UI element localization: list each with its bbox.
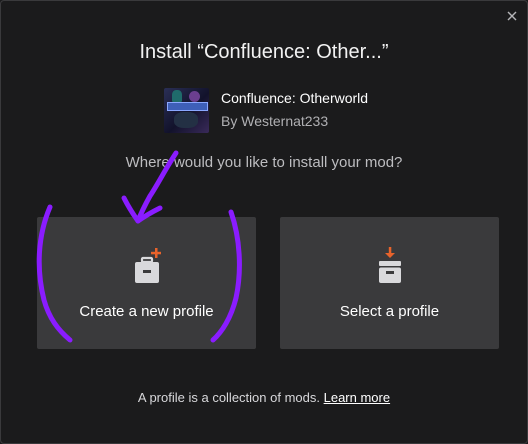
close-icon[interactable] <box>505 9 519 23</box>
footer-text: A profile is a collection of mods. <box>137 390 320 405</box>
install-question: Where would you like to install your mod… <box>125 154 403 171</box>
create-new-profile-button[interactable]: Create a new profile <box>37 217 256 349</box>
mod-info: Confluence: Otherworld By Westernat233 <box>164 87 368 133</box>
mod-thumbnail <box>164 87 209 133</box>
create-new-profile-label: Create a new profile <box>79 303 214 320</box>
select-profile-button[interactable]: Select a profile <box>280 217 499 349</box>
mod-text: Confluence: Otherworld By Westernat233 <box>221 89 368 131</box>
learn-more-link[interactable]: Learn more <box>324 390 390 405</box>
mod-name: Confluence: Otherworld <box>221 90 369 106</box>
install-dialog: Install “Confluence: Other...” Confluenc… <box>0 0 528 444</box>
select-profile-icon <box>366 245 414 289</box>
footer: A profile is a collection of mods. Learn… <box>1 390 527 405</box>
mod-author: By Westernat233 <box>221 113 329 129</box>
select-profile-label: Select a profile <box>339 303 440 320</box>
dialog-title: Install “Confluence: Other...” <box>139 41 389 63</box>
new-profile-icon <box>123 245 171 289</box>
